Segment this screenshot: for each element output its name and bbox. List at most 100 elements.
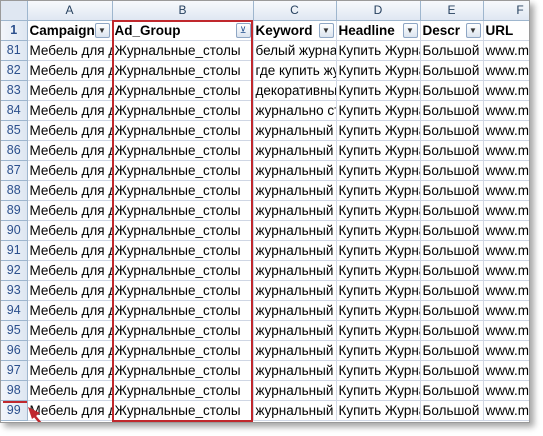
table-cell[interactable]: www.m [483, 240, 529, 261]
table-cell[interactable]: Купить Журнальный [336, 380, 421, 401]
table-cell[interactable]: Журнальные_столы [112, 200, 254, 221]
table-cell[interactable]: Большой [420, 280, 484, 301]
table-cell[interactable]: журнальный [253, 160, 337, 181]
table-cell[interactable]: Журнальные_столы [112, 40, 254, 61]
table-cell[interactable]: журнальный [253, 320, 337, 341]
field-header-ad-group[interactable]: Ad_Group ⊻ [112, 20, 254, 41]
filter-dropdown-icon[interactable]: ▼ [318, 23, 334, 38]
table-cell[interactable]: Мебель для дома [27, 240, 113, 261]
table-cell[interactable]: Журнальные_столы [112, 240, 254, 261]
row-header[interactable]: 89 [1, 200, 28, 221]
row-header[interactable]: 90 [1, 220, 28, 241]
table-cell[interactable]: www.m [483, 40, 529, 61]
row-header[interactable]: 97 [1, 360, 28, 381]
row-header[interactable]: 94 [1, 300, 28, 321]
table-cell[interactable]: www.m [483, 140, 529, 161]
row-header[interactable]: 86 [1, 140, 28, 161]
column-header-f[interactable]: F [483, 1, 529, 21]
table-cell[interactable]: www.m [483, 320, 529, 341]
table-cell[interactable]: журнальный [253, 120, 337, 141]
table-cell[interactable]: www.m [483, 60, 529, 81]
table-cell[interactable]: Большой [420, 220, 484, 241]
row-header[interactable]: 88 [1, 180, 28, 201]
table-cell[interactable]: Журнальные_столы [112, 60, 254, 81]
row-header[interactable]: 91 [1, 240, 28, 261]
row-header[interactable]: 1 [1, 20, 28, 41]
table-cell[interactable]: Мебель для дома [27, 220, 113, 241]
table-cell[interactable]: Купить Журнальный [336, 220, 421, 241]
filter-dropdown-icon[interactable]: ▼ [402, 23, 418, 38]
table-cell[interactable]: Купить Журнальный [336, 100, 421, 121]
row-header[interactable]: 85 [1, 120, 28, 141]
table-cell[interactable]: Купить Журнальный [336, 300, 421, 321]
field-header-descr[interactable]: Descr ▼ [420, 20, 484, 41]
table-cell[interactable]: журнальный [253, 360, 337, 381]
table-cell[interactable]: Купить Журнальный [336, 120, 421, 141]
table-cell[interactable]: журнальный [253, 140, 337, 161]
field-header-keyword[interactable]: Keyword ▼ [253, 20, 337, 41]
table-cell[interactable]: www.m [483, 340, 529, 361]
table-cell[interactable]: журнальный [253, 280, 337, 301]
table-cell[interactable]: Мебель для дома [27, 300, 113, 321]
table-cell[interactable]: Журнальные_столы [112, 300, 254, 321]
table-cell[interactable]: Журнальные_столы [112, 400, 254, 421]
table-cell[interactable]: Журнальные_столы [112, 220, 254, 241]
column-header-a[interactable]: A [27, 1, 113, 21]
table-cell[interactable]: Купить Журнальный [336, 40, 421, 61]
table-cell[interactable]: журнальный [253, 340, 337, 361]
table-cell[interactable]: журнальный [253, 260, 337, 281]
table-cell[interactable]: Купить Журнальный [336, 160, 421, 181]
table-cell[interactable]: Мебель для дома [27, 40, 113, 61]
row-header[interactable]: 99 [1, 400, 28, 421]
table-cell[interactable]: Мебель для дома [27, 160, 113, 181]
table-cell[interactable]: Купить Журнальный [336, 260, 421, 281]
table-cell[interactable]: www.m [483, 400, 529, 421]
row-header[interactable]: 96 [1, 340, 28, 361]
table-cell[interactable]: www.m [483, 120, 529, 141]
field-header-url[interactable]: URL [483, 20, 529, 41]
row-header[interactable]: 82 [1, 60, 28, 81]
row-header[interactable]: 92 [1, 260, 28, 281]
filter-dropdown-icon[interactable]: ▼ [465, 23, 481, 38]
table-cell[interactable]: белый журнальный [253, 40, 337, 61]
table-cell[interactable]: Большой [420, 200, 484, 221]
table-cell[interactable]: www.m [483, 80, 529, 101]
table-cell[interactable]: журнальный [253, 380, 337, 401]
table-cell[interactable]: где купить журнальный [253, 60, 337, 81]
row-header[interactable]: 84 [1, 100, 28, 121]
table-cell[interactable]: www.m [483, 100, 529, 121]
table-cell[interactable]: Журнальные_столы [112, 140, 254, 161]
table-cell[interactable]: декоративный [253, 80, 337, 101]
table-cell[interactable]: Купить Журнальный [336, 400, 421, 421]
table-cell[interactable]: Большой [420, 380, 484, 401]
table-cell[interactable]: www.m [483, 220, 529, 241]
table-cell[interactable]: Мебель для дома [27, 60, 113, 81]
table-cell[interactable]: Купить Журнальный [336, 80, 421, 101]
table-cell[interactable]: Журнальные_столы [112, 120, 254, 141]
table-cell[interactable]: Журнальные_столы [112, 320, 254, 341]
table-cell[interactable]: Мебель для дома [27, 80, 113, 101]
table-cell[interactable]: Большой [420, 140, 484, 161]
table-cell[interactable]: www.m [483, 360, 529, 381]
table-cell[interactable]: журнально стол [253, 100, 337, 121]
row-header[interactable]: 95 [1, 320, 28, 341]
table-cell[interactable]: Купить Журнальный [336, 340, 421, 361]
table-cell[interactable]: Большой [420, 240, 484, 261]
table-cell[interactable]: www.m [483, 260, 529, 281]
table-cell[interactable]: Мебель для дома [27, 260, 113, 281]
table-cell[interactable]: Купить Журнальный [336, 320, 421, 341]
table-cell[interactable]: Мебель для дома [27, 180, 113, 201]
table-cell[interactable]: Мебель для дома [27, 120, 113, 141]
column-header-b[interactable]: B [112, 1, 254, 21]
table-cell[interactable]: Купить Журнальный [336, 180, 421, 201]
table-cell[interactable]: Мебель для дома [27, 360, 113, 381]
table-cell[interactable]: Большой [420, 80, 484, 101]
table-cell[interactable]: Большой [420, 100, 484, 121]
table-cell[interactable]: Большой [420, 360, 484, 381]
table-cell[interactable]: www.m [483, 180, 529, 201]
table-cell[interactable]: www.m [483, 380, 529, 401]
table-cell[interactable]: Купить Журнальный [336, 200, 421, 221]
table-cell[interactable]: Большой [420, 260, 484, 281]
table-cell[interactable]: Журнальные_столы [112, 340, 254, 361]
table-cell[interactable]: Большой [420, 340, 484, 361]
